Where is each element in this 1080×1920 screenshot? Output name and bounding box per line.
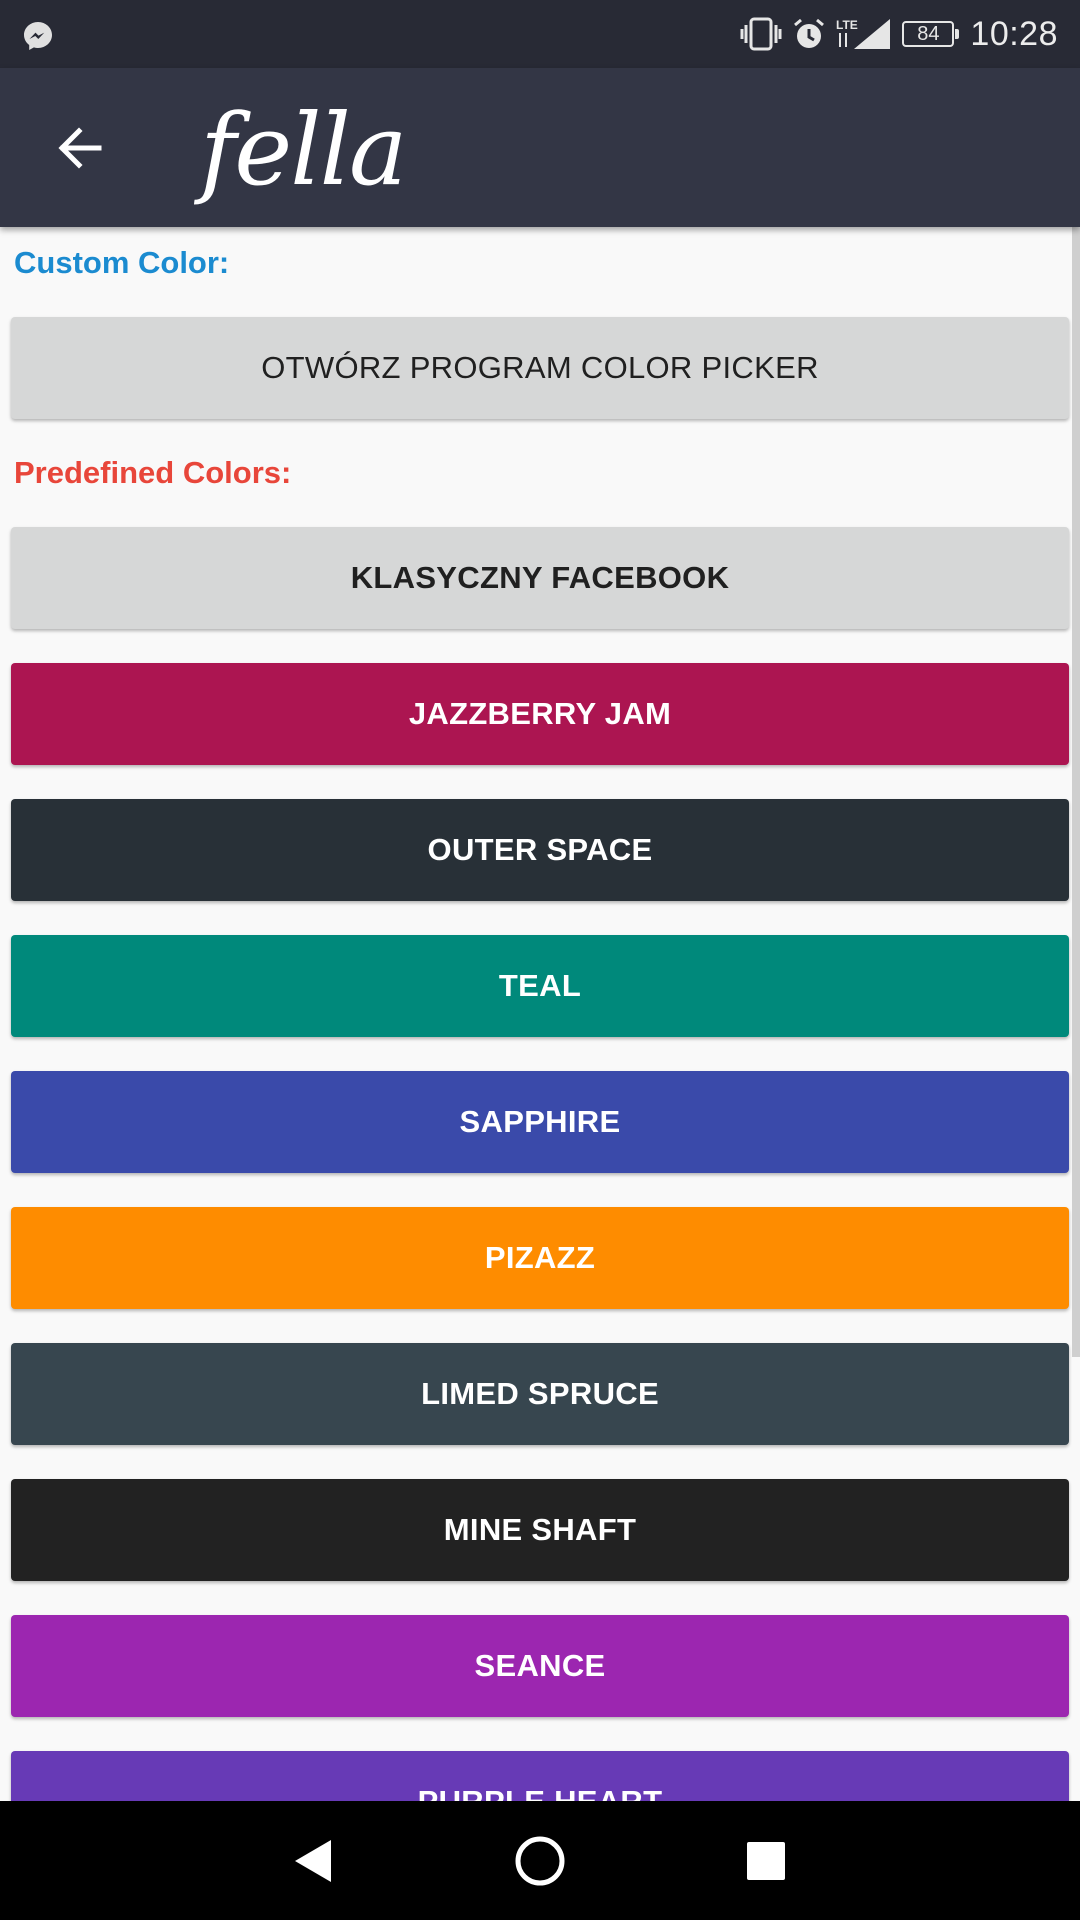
color-option-purple-heart[interactable]: PURPLE HEART: [11, 1751, 1069, 1801]
back-triangle-icon: [295, 1840, 331, 1882]
color-option-seance[interactable]: SEANCE: [11, 1615, 1069, 1717]
navigation-bar: [0, 1801, 1080, 1920]
color-option-teal[interactable]: TEAL: [11, 935, 1069, 1037]
messenger-icon: [24, 22, 52, 50]
open-color-picker-button[interactable]: OTWÓRZ PROGRAM COLOR PICKER: [11, 317, 1069, 419]
lte-signal-icon: LTE: [836, 18, 891, 49]
svg-text:LTE: LTE: [836, 18, 858, 32]
predefined-colors-label: Predefined Colors:: [14, 455, 292, 490]
color-option-sapphire[interactable]: SAPPHIRE: [11, 1071, 1069, 1173]
color-option-klasyczny-facebook[interactable]: KLASYCZNY FACEBOOK: [11, 527, 1069, 629]
screen: LTE 84 10:28 fella Custom Color: OTWÓRZ …: [0, 0, 1080, 1920]
app-bar: fella: [0, 68, 1080, 227]
color-option-mine-shaft[interactable]: MINE SHAFT: [11, 1479, 1069, 1581]
status-bar: LTE 84 10:28: [0, 0, 1080, 68]
nav-home-button[interactable]: [500, 1821, 580, 1901]
arrow-left-icon: [58, 127, 102, 169]
battery-indicator: 84: [902, 21, 960, 47]
color-option-jazzberry-jam[interactable]: JAZZBERRY JAM: [11, 663, 1069, 765]
recents-square-icon: [747, 1842, 785, 1880]
back-button[interactable]: [40, 108, 120, 188]
clock: 10:28: [970, 14, 1058, 53]
color-settings-list[interactable]: Custom Color: OTWÓRZ PROGRAM COLOR PICKE…: [0, 227, 1072, 1801]
nav-back-button[interactable]: [274, 1821, 354, 1901]
color-option-pizazz[interactable]: PIZAZZ: [11, 1207, 1069, 1309]
nav-recents-button[interactable]: [726, 1821, 806, 1901]
home-circle-icon: [515, 1836, 565, 1886]
app-logo: fella: [200, 94, 407, 208]
color-option-limed-spruce[interactable]: LIMED SPRUCE: [11, 1343, 1069, 1445]
custom-color-label: Custom Color:: [14, 245, 230, 280]
vibrate-icon: [740, 17, 782, 51]
alarm-icon: [794, 18, 825, 48]
scrollbar[interactable]: [1072, 227, 1080, 1357]
status-icons: LTE 84 10:28: [740, 0, 1058, 68]
color-option-outer-space[interactable]: OUTER SPACE: [11, 799, 1069, 901]
